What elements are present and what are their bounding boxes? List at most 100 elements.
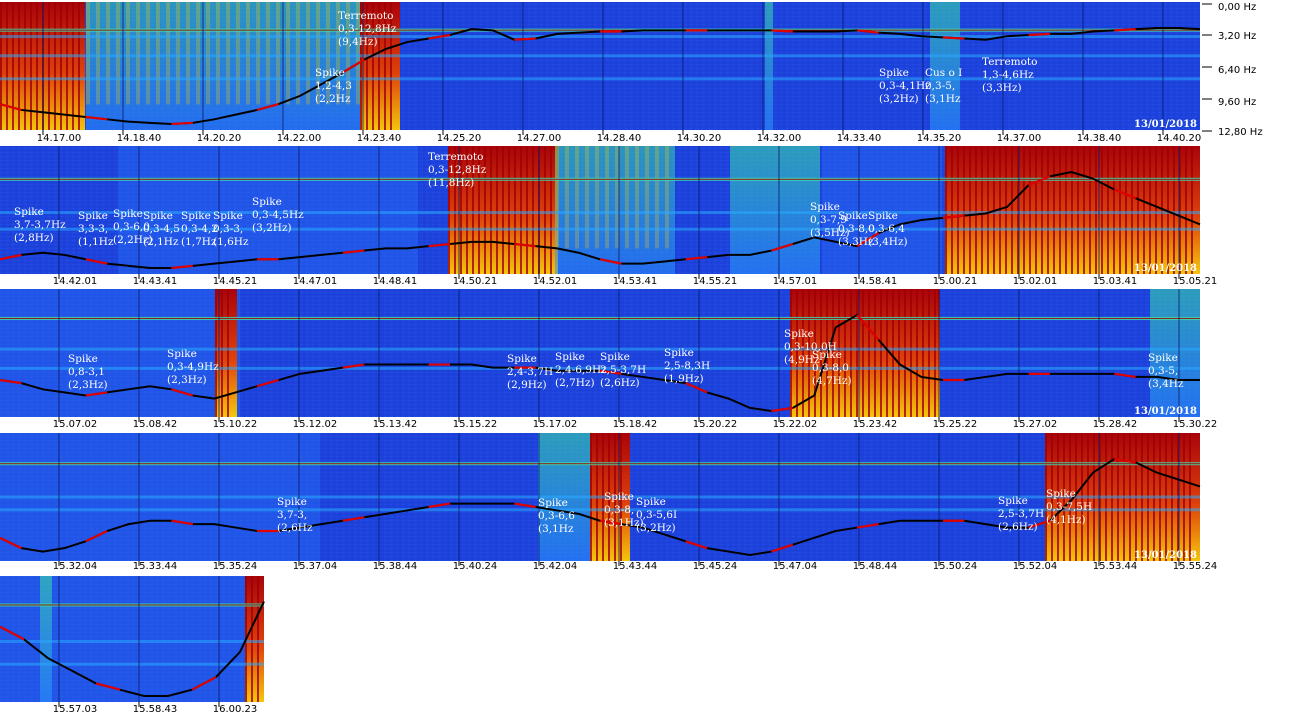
burst-stripe [136,2,140,105]
annotation-line: Spike [600,351,630,363]
burst-stripe [266,2,270,105]
annotation-line: 0,3-3, [213,223,243,235]
burst-stripe [1011,146,1013,274]
burst-stripe [934,289,936,417]
burst-stripe [916,289,918,417]
burst-stripe [490,146,492,274]
strip-5-burst-3 [245,576,264,702]
annotation-line: Spike [113,208,143,220]
burst-stripe [665,146,669,249]
burst-stripe [635,146,639,249]
burst-stripe [496,146,498,274]
burst-stripe [1047,146,1049,274]
burst-stripe [981,146,983,274]
burst-stripe [922,289,924,417]
annotation-line: 0,3-12,8Hz [428,164,487,176]
burst-stripe [514,146,516,274]
burst-stripe [625,146,629,249]
burst-stripe [226,2,230,105]
burst-stripe [1119,146,1121,274]
burst-stripe [1185,146,1187,274]
annotation-line: Spike [838,210,868,222]
burst-stripe [106,2,110,105]
burst-stripe [850,289,852,417]
annotation-line: 0,3-6,6 [538,510,575,522]
annotation-line: Spike [879,67,909,79]
burst-stripe [1029,146,1031,274]
burst-stripe [66,2,68,130]
trace-highlight [1028,32,1051,37]
annotation-line: Cus o I [925,67,962,79]
burst-stripe [532,146,534,274]
burst-stripe [276,2,280,105]
burst-stripe [880,289,882,417]
burst-stripe [236,2,240,105]
burst-stripe [86,2,90,105]
annotation-line: (2,6Hz [277,522,313,534]
strip-1-burst-5 [765,2,773,130]
trace-highlight [1114,28,1136,32]
annotation-line: (2,7Hz) [555,377,595,389]
annotation-line: 2,4-3,7H [507,366,553,378]
burst-stripe [286,2,290,105]
strip-2-spectral-line-2 [0,211,1200,215]
burst-stripe [904,289,906,417]
burst-stripe [1095,146,1097,274]
annotation-line: (2,1Hz [143,236,179,248]
burst-stripe [1035,146,1037,274]
burst-stripe [544,146,546,274]
burst-stripe [951,146,953,274]
burst-stripe [969,146,971,274]
annotation-line: (2,3Hz) [167,374,207,386]
burst-stripe [96,2,100,105]
burst-stripe [186,2,190,105]
strip-4-date: 13/01/2018 [1134,550,1197,561]
burst-stripe [6,2,8,130]
burst-stripe [216,2,220,105]
annotation-line: 0,3-5, [925,80,955,92]
burst-stripe [862,289,864,417]
burst-stripe [1041,146,1043,274]
burst-stripe [975,146,977,274]
burst-stripe [502,146,504,274]
annotation-line: Spike [213,210,243,222]
annotation-line: 0,3-5, [1148,365,1178,377]
annotation-line: 0,3-6,4 [868,223,905,235]
annotation-line: Spike [998,495,1028,507]
burst-stripe [1125,146,1127,274]
annotation-line: Spike [78,210,108,222]
annotation-line: Spike [555,351,585,363]
strip-5-spectral-core [0,604,264,606]
annotation-line: Spike [1046,488,1076,500]
annotation-line: (3,1Hz [538,523,574,535]
burst-stripe [1077,146,1079,274]
annotation-line: (11,8Hz) [428,177,474,189]
burst-stripe [1059,146,1061,274]
strip-3-date: 13/01/2018 [1134,406,1197,417]
annotation-line: Spike [167,348,197,360]
burst-stripe [246,2,250,105]
burst-stripe [1143,146,1145,274]
annotation-line: 0,3-8,0 [812,362,849,374]
burst-stripe [550,146,552,274]
burst-stripe [1071,146,1073,274]
annotation-line: 1,3-4,6Hz [982,69,1034,81]
annotation-line: (2,6Hz) [600,377,640,389]
burst-stripe [655,146,659,249]
burst-stripe [54,2,56,130]
annotation-line: (2,2Hz [315,93,351,105]
annotation-line: (3,4Hz) [868,236,908,248]
burst-stripe [1149,146,1151,274]
strip-5-spectral-line-3 [0,662,264,666]
burst-stripe [886,289,888,417]
burst-stripe [1113,146,1115,274]
annotation-line: Spike [315,67,345,79]
burst-stripe [1089,146,1091,274]
annotation-line: Spike [810,201,840,213]
burst-stripe [156,2,160,105]
annotation-line: Spike [868,210,898,222]
burst-stripe [1137,146,1139,274]
burst-stripe [306,2,310,105]
burst-stripe [605,146,609,249]
annotation-line: 0,3-4,5Hz [252,209,304,221]
